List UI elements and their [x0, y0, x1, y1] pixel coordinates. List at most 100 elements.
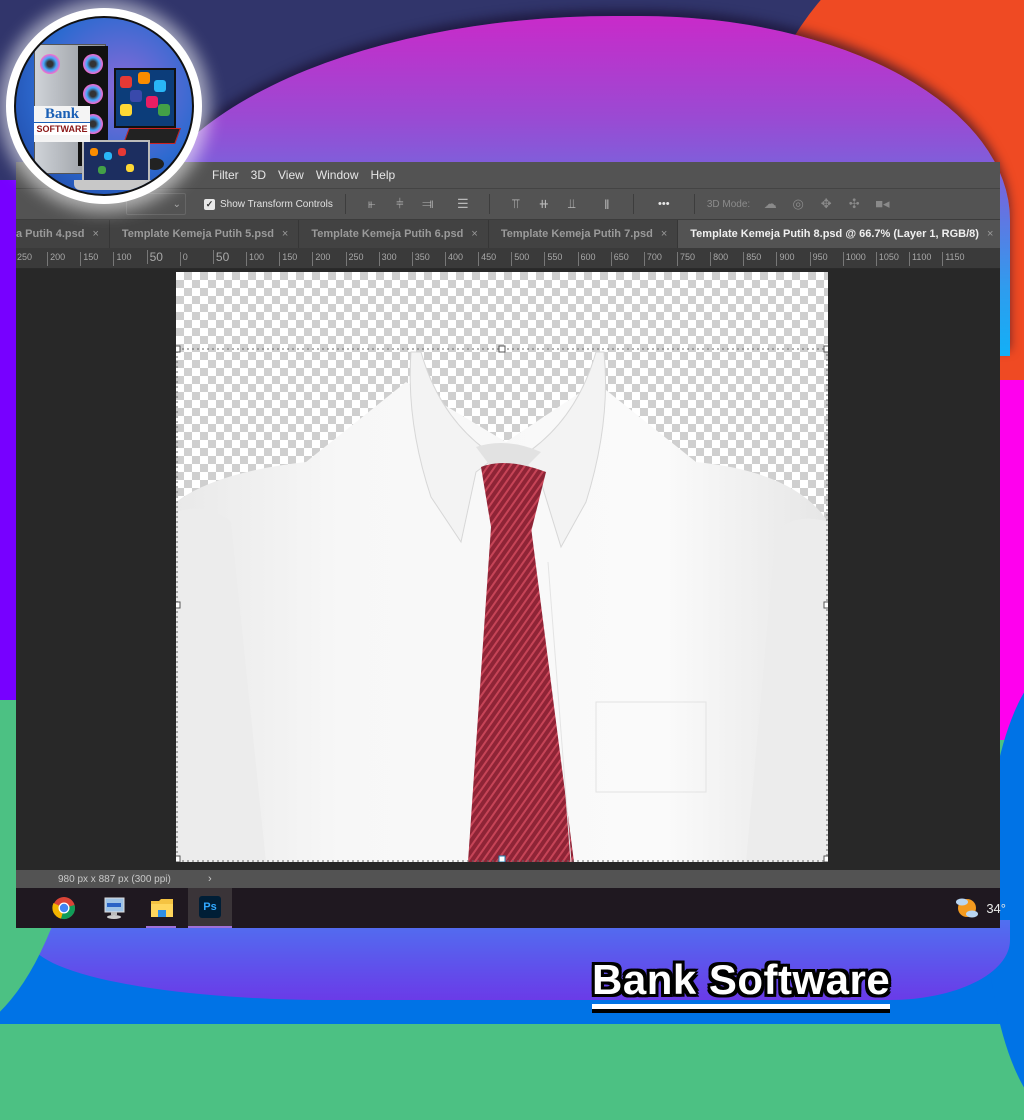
- ruler-tick-label: 300: [378, 252, 397, 266]
- align-top-edges-icon[interactable]: ⫪: [509, 196, 523, 212]
- tab-label: Template Kemeja Putih 6.psd: [311, 228, 464, 240]
- logo-label: Bank SOFTWARE: [34, 106, 90, 142]
- roll-3d-icon[interactable]: ◎: [791, 196, 805, 212]
- align-left-edges-icon[interactable]: ⫦: [365, 196, 379, 212]
- taskbar-remote-desktop[interactable]: [92, 888, 136, 928]
- partly-cloudy-icon: [956, 898, 979, 918]
- transform-handle: [176, 855, 181, 862]
- ruler-tick-label: 1100: [909, 252, 931, 266]
- close-icon[interactable]: ×: [987, 228, 993, 240]
- shirt-artwork: [176, 345, 828, 862]
- drag-3d-icon[interactable]: ✥: [819, 196, 833, 212]
- chrome-icon: [52, 897, 75, 919]
- transform-handle: [823, 345, 828, 353]
- taskbar-photoshop[interactable]: Ps: [188, 888, 232, 928]
- tab-putih-6[interactable]: Template Kemeja Putih 6.psd ×: [299, 220, 489, 248]
- slide-3d-icon[interactable]: ✣: [847, 196, 861, 212]
- ruler-tick-label: 1150: [942, 252, 965, 266]
- status-menu-arrow[interactable]: ›: [208, 873, 212, 885]
- app-icon: [138, 72, 150, 84]
- align-bottom-edges-icon[interactable]: ⫫: [565, 196, 579, 212]
- tab-label: a Putih 4.psd: [16, 228, 85, 240]
- divider: [344, 194, 346, 214]
- tab-putih-4[interactable]: a Putih 4.psd ×: [16, 220, 110, 248]
- weather-widget[interactable]: 34°: [954, 896, 1006, 920]
- bank-software-logo: Bank SOFTWARE: [6, 8, 202, 204]
- ruler-tick-label: 950: [809, 252, 828, 266]
- align-vertical-centers-icon[interactable]: ⧺: [537, 196, 551, 212]
- distribute-horizontal-icon[interactable]: ☰: [456, 196, 470, 212]
- menu-help[interactable]: Help: [371, 168, 396, 182]
- computer-network-icon: [104, 897, 125, 919]
- photoshop-icon: Ps: [199, 896, 221, 918]
- tab-putih-8[interactable]: Template Kemeja Putih 8.psd @ 66.7% (Lay…: [678, 220, 1000, 248]
- app-icon: [118, 148, 126, 156]
- weather-temperature: 34°: [986, 900, 1006, 916]
- ruler-tick-label: 850: [743, 252, 761, 266]
- close-icon[interactable]: ×: [282, 228, 288, 240]
- ruler-tick-label: 350: [411, 252, 430, 266]
- tab-label: Template Kemeja Putih 8.psd @ 66.7% (Lay…: [690, 228, 979, 240]
- divider: [693, 194, 695, 214]
- horizontal-ruler[interactable]: 250 200 150 100 50 0 50 100 150 200 250 300 350 400 45…: [16, 248, 1000, 269]
- open-indicator: [146, 926, 176, 928]
- divider: [632, 194, 634, 214]
- app-icon: [126, 164, 134, 172]
- app-icon: [120, 104, 132, 116]
- more-options-button[interactable]: •••: [653, 198, 675, 210]
- transform-handle: [498, 855, 506, 862]
- tab-putih-7[interactable]: Template Kemeja Putih 7.psd ×: [489, 220, 679, 248]
- monitor-image: [114, 68, 176, 128]
- align-right-edges-icon[interactable]: ⫥: [421, 196, 435, 212]
- tab-label: Template Kemeja Putih 7.psd: [500, 228, 653, 240]
- show-transform-controls-label: Show Transform Controls: [220, 198, 333, 210]
- ruler-tick-label: 400: [444, 252, 463, 266]
- transform-handle: [498, 345, 506, 353]
- logo-artwork: Bank SOFTWARE: [14, 16, 194, 196]
- ruler-tick-label: 250: [345, 252, 364, 266]
- align-horizontal-centers-icon[interactable]: ⫩: [393, 196, 407, 212]
- show-transform-controls-checkbox[interactable]: ✓: [204, 198, 215, 210]
- menu-filter[interactable]: Filter: [212, 168, 239, 182]
- app-icon: [90, 148, 98, 156]
- ruler-tick-label: 250: [16, 252, 32, 266]
- brand-caption: Bank Software: [592, 958, 891, 1009]
- ruler-tick-label: 650: [610, 252, 629, 266]
- ruler-tick-label: 550: [544, 252, 562, 266]
- ruler-tick-label: 450: [478, 252, 496, 266]
- close-icon[interactable]: ×: [471, 228, 477, 240]
- taskbar-chrome[interactable]: [42, 888, 86, 928]
- transform-handle: [823, 855, 828, 862]
- scale-3d-camera-icon[interactable]: ■◂: [875, 196, 889, 212]
- document-size: 980 px x 887 px (300 ppi): [58, 873, 171, 885]
- orbit-3d-icon[interactable]: ☁: [763, 196, 777, 212]
- distribute-vertical-icon[interactable]: ‖: [600, 197, 614, 212]
- app-icon: [154, 80, 166, 92]
- background-magenta-strip: [1000, 380, 1024, 740]
- folder-icon: [151, 899, 173, 917]
- ruler-tick-label: 600: [577, 252, 596, 266]
- close-icon[interactable]: ×: [661, 228, 667, 240]
- transform-handle: [823, 601, 828, 609]
- ruler-tick-label: 800: [710, 252, 728, 266]
- photoshop-window: Filter 3D View Window Help ⌄ ✓ Show Tran…: [16, 162, 1000, 888]
- menu-view[interactable]: View: [278, 168, 304, 182]
- document-tabs: a Putih 4.psd × Template Kemeja Putih 5.…: [16, 220, 1000, 248]
- menu-3d[interactable]: 3D: [251, 168, 266, 182]
- taskbar-file-explorer[interactable]: [140, 888, 184, 928]
- ruler-tick-label: 150: [80, 252, 98, 266]
- divider: [488, 194, 490, 214]
- document-canvas[interactable]: [176, 272, 828, 862]
- ruler-tick-label: 750: [677, 252, 695, 266]
- transform-handle: [176, 601, 181, 609]
- close-icon[interactable]: ×: [92, 228, 98, 240]
- 3d-mode-label: 3D Mode:: [706, 198, 751, 210]
- ruler-tick-label: 900: [776, 252, 794, 266]
- app-icon: [104, 152, 112, 160]
- ruler-tick-label: 150: [279, 252, 297, 266]
- ruler-tick-label: 1000: [842, 252, 866, 266]
- menu-window[interactable]: Window: [316, 168, 359, 182]
- logo-text-bank: Bank: [44, 106, 80, 122]
- tab-putih-5[interactable]: Template Kemeja Putih 5.psd ×: [110, 220, 300, 248]
- fan-icon: [83, 54, 103, 74]
